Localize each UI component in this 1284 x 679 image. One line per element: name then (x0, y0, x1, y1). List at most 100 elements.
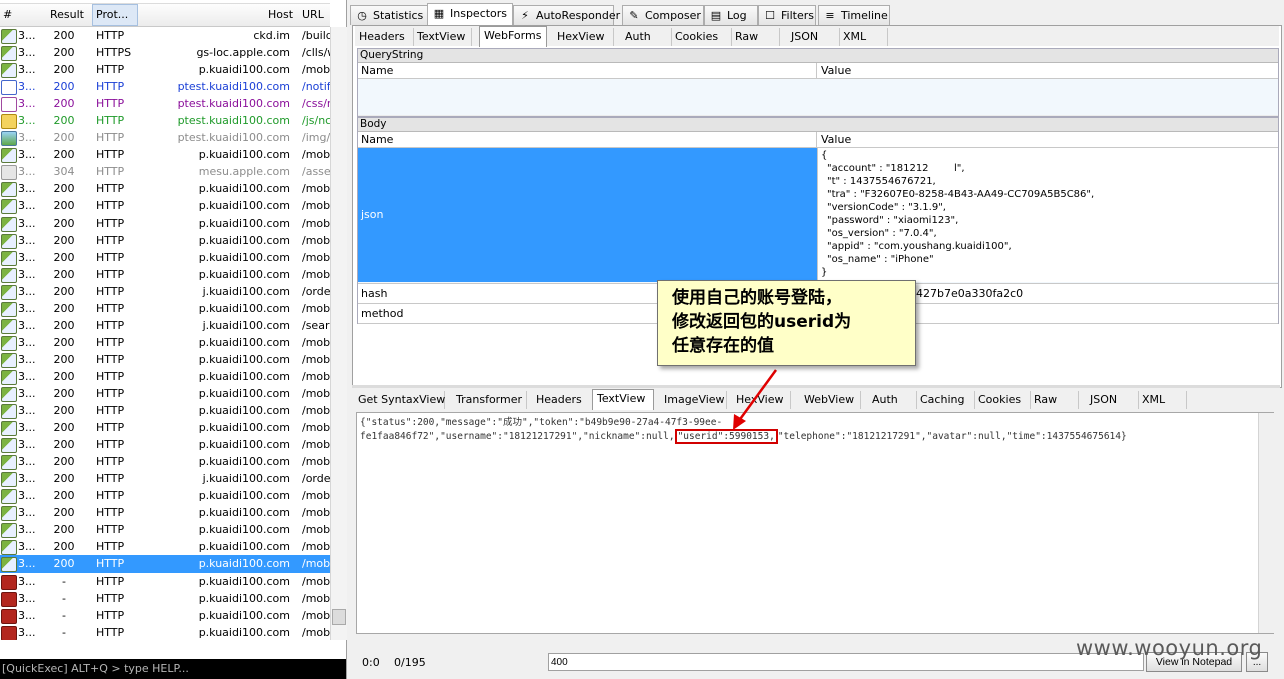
session-row[interactable]: 3... 200 HTTP p.kuaidi100.com/mobi (0, 351, 330, 368)
response-scrollbar[interactable] (1258, 413, 1274, 633)
session-row[interactable]: 3... 200 HTTP p.kuaidi100.com/mobi (0, 385, 330, 402)
session-row[interactable]: 3... 200 HTTP p.kuaidi100.com/mobi (0, 61, 330, 79)
session-row[interactable]: 3... 200 HTTP ckd.im/build (0, 27, 330, 44)
session-row[interactable]: 3... 200 HTTP p.kuaidi100.com/mobi (0, 487, 330, 505)
session-row[interactable]: 3... 200 HTTP p.kuaidi100.com/mobi (0, 402, 330, 420)
resp-tab-json[interactable]: JSON (1086, 391, 1139, 409)
resp-tab-transformer[interactable]: Transformer (452, 391, 527, 409)
req-tab-cookies[interactable]: Cookies (671, 28, 732, 46)
req-tab-hexview[interactable]: HexView (553, 28, 614, 46)
req-tab-webforms[interactable]: WebForms (479, 26, 547, 47)
resp-tab-syntaxview[interactable]: Get SyntaxView (354, 391, 445, 409)
session-row[interactable]: 3... 304 HTTP mesu.apple.com/asse (0, 163, 330, 181)
tab-composer[interactable]: ✎ Composer (622, 5, 704, 25)
tab-filters[interactable]: ☐ Filters (758, 5, 816, 25)
resp-tab-cookies[interactable]: Cookies (974, 391, 1031, 409)
body-row-json-value[interactable]: {"account" : "181212 l", "t" : 1437554676… (817, 148, 1278, 282)
session-row[interactable]: 3... 200 HTTP p.kuaidi100.com/mobi (0, 266, 330, 283)
col-result[interactable]: Result (50, 8, 84, 21)
col-protocol[interactable]: Prot... (92, 4, 138, 26)
resp-tab-webview[interactable]: WebView (800, 391, 861, 409)
col-number[interactable]: # (3, 8, 12, 21)
response-icon (1, 301, 17, 317)
session-row[interactable]: 3... 200 HTTP ptest.kuaidi100.com/notif (0, 78, 330, 96)
response-icon (1, 199, 17, 215)
req-tab-headers[interactable]: Headers (355, 28, 414, 46)
session-row[interactable]: 3... - HTTP p.kuaidi100.com/mobi (0, 624, 330, 640)
breakpoint-icon (1, 574, 17, 590)
tab-inspectors[interactable]: ▦ Inspectors (427, 3, 513, 26)
row-num: 3... (18, 625, 36, 639)
session-row[interactable]: 3... 200 HTTP p.kuaidi100.com/mobi (0, 504, 330, 522)
row-protocol: HTTP (96, 250, 125, 264)
req-tab-textview[interactable]: TextView (413, 28, 472, 46)
row-protocol: HTTP (96, 557, 125, 571)
resp-tab-hexview[interactable]: HexView (732, 391, 791, 409)
tab-log[interactable]: ▤ Log (704, 5, 758, 25)
session-row[interactable]: 3... 200 HTTPS gs-loc.apple.com/clls/w (0, 44, 330, 62)
session-row[interactable]: 3... 200 HTTP p.kuaidi100.com/mobi (0, 453, 330, 471)
tab-autoresponder[interactable]: ⚡ AutoResponder (513, 5, 620, 25)
resp-tab-headers[interactable]: Headers (532, 391, 593, 409)
row-result: 200 (53, 233, 75, 247)
session-row[interactable]: 3... 200 HTTP p.kuaidi100.com/mobi (0, 521, 330, 539)
session-row[interactable]: 3... - HTTP p.kuaidi100.com/mobi (0, 607, 330, 624)
session-row[interactable]: 3... 200 HTTP j.kuaidi100.com/sear (0, 317, 330, 334)
session-row[interactable]: 3... 200 HTTP j.kuaidi100.com/orde (0, 470, 330, 488)
resp-tab-textview[interactable]: TextView (592, 389, 654, 410)
row-url: /mobi (302, 352, 330, 366)
row-url: /mobi (302, 557, 330, 571)
session-row[interactable]: 3... 200 HTTP p.kuaidi100.com/mobi (0, 555, 330, 573)
tab-statistics[interactable]: ◷ Statistics (350, 5, 428, 25)
row-num: 3... (18, 233, 36, 247)
row-result: 200 (53, 318, 75, 332)
session-row[interactable]: 3... 200 HTTP ptest.kuaidi100.com/js/nc (0, 112, 330, 130)
resp-tab-xml[interactable]: XML (1138, 391, 1187, 409)
session-row[interactable]: 3... 200 HTTP ptest.kuaidi100.com/css/r (0, 95, 330, 113)
col-url[interactable]: URL (302, 8, 324, 21)
row-host: ptest.kuaidi100.com (177, 97, 290, 111)
session-row[interactable]: 3... - HTTP p.kuaidi100.com/mobi (0, 590, 330, 607)
row-num: 3... (18, 523, 36, 537)
row-num: 3... (18, 114, 36, 128)
session-list-scrollbar[interactable] (330, 27, 347, 640)
resp-tab-imageview[interactable]: ImageView (660, 391, 727, 409)
resp-tab-auth[interactable]: Auth (868, 391, 917, 409)
session-row[interactable]: 3... 200 HTTP j.kuaidi100.com/orde (0, 283, 330, 300)
session-row[interactable]: 3... 200 HTTP p.kuaidi100.com/mobi (0, 538, 330, 556)
session-list-panel: # Result Prot... Host URL 3... 200 HTTP ckd… (0, 0, 347, 679)
session-row[interactable]: 3... 200 HTTP p.kuaidi100.com/mobi (0, 232, 330, 249)
session-row[interactable]: 3... 200 HTTP p.kuaidi100.com/mobi (0, 146, 330, 164)
querystring-grid[interactable] (358, 79, 1278, 115)
session-row[interactable]: 3... 200 HTTP p.kuaidi100.com/mobi (0, 215, 330, 232)
scrollbar-thumb[interactable] (332, 609, 346, 625)
col-host[interactable]: Host (268, 8, 293, 21)
response-icon (1, 148, 17, 164)
session-row[interactable]: 3... - HTTP p.kuaidi100.com/mobi (0, 573, 330, 590)
resp-tab-caching[interactable]: Caching (916, 391, 975, 409)
req-tab-raw[interactable]: Raw (731, 28, 780, 46)
session-row[interactable]: 3... 200 HTTP p.kuaidi100.com/mobi (0, 436, 330, 454)
session-row[interactable]: 3... 200 HTTP p.kuaidi100.com/mobi (0, 249, 330, 266)
response-icon (1, 369, 17, 385)
session-row[interactable]: 3... 200 HTTP p.kuaidi100.com/mobi (0, 180, 330, 198)
quickexec-box[interactable]: [QuickExec] ALT+Q > type HELP... (0, 659, 346, 679)
response-textview[interactable]: {"status":200,"message":"成功","token":"b4… (356, 412, 1274, 634)
session-row[interactable]: 3... 200 HTTP p.kuaidi100.com/mobi (0, 419, 330, 437)
row-result: 200 (53, 267, 75, 281)
req-tab-json[interactable]: JSON (787, 28, 840, 46)
tab-timeline[interactable]: ≡ Timeline (818, 5, 890, 25)
session-row[interactable]: 3... 200 HTTP p.kuaidi100.com/mobi (0, 368, 330, 385)
session-row[interactable]: 3... 200 HTTP p.kuaidi100.com/mobi (0, 334, 330, 351)
resp-tab-raw[interactable]: Raw (1030, 391, 1079, 409)
req-tab-xml[interactable]: XML (839, 28, 888, 46)
body-row-json-name[interactable]: json (358, 148, 817, 282)
row-result: 200 (53, 216, 75, 230)
row-url: /mobi (302, 335, 330, 349)
find-input[interactable] (548, 653, 1144, 671)
session-row[interactable]: 3... 200 HTTP p.kuaidi100.com/mobi (0, 300, 330, 317)
req-tab-auth[interactable]: Auth (621, 28, 672, 46)
row-protocol: HTTP (96, 574, 125, 588)
session-row[interactable]: 3... 200 HTTP p.kuaidi100.com/mobi (0, 197, 330, 215)
session-row[interactable]: 3... 200 HTTP ptest.kuaidi100.com/img/l (0, 129, 330, 147)
